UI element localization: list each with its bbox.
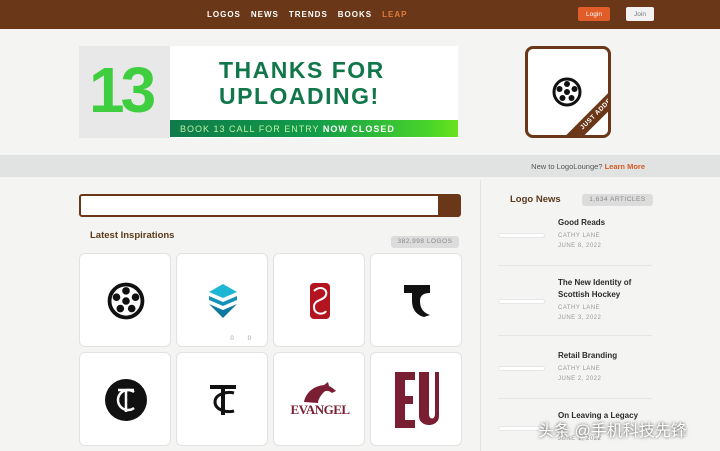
tile-logo	[371, 254, 463, 348]
tc-monogram-logo-icon	[105, 379, 147, 421]
banner-strip-prefix: BOOK 13 CALL FOR ENTRY	[180, 124, 320, 134]
search-bar	[79, 194, 461, 217]
band-prompt: New to LogoLounge?	[531, 162, 603, 171]
nav-link-leap[interactable]: LEAP	[382, 10, 407, 19]
learn-more-link[interactable]: Learn More	[605, 162, 645, 171]
news-title: Logo News	[510, 194, 561, 205]
logo-tile[interactable]	[176, 352, 268, 446]
nav-links: LOGOS NEWS TRENDS BOOKS LEAP	[207, 10, 407, 19]
tile-logo	[274, 254, 366, 348]
watermark: 头条 @手机科技先锋	[538, 423, 687, 440]
s-shield-logo-icon	[310, 283, 330, 319]
tile-logo	[371, 353, 463, 447]
s-wave-logo-icon	[209, 284, 237, 318]
nav-link-books[interactable]: BOOKS	[338, 10, 372, 19]
t-letter-logo-icon	[404, 285, 430, 317]
tile-logo	[177, 254, 269, 348]
eu-monogram-logo-icon	[395, 372, 439, 428]
news-item-date: JUNE 8, 2022	[558, 243, 602, 249]
news-thumbnail	[498, 299, 545, 304]
news-item-date: JUNE 3, 2022	[558, 315, 602, 321]
tile-stats: 0 0	[230, 336, 251, 342]
logo-tile[interactable]: 0 0	[176, 253, 268, 347]
news-item-title[interactable]: Retail Branding	[558, 350, 658, 362]
info-band: New to LogoLounge? Learn More	[0, 155, 720, 177]
wheel-logo-icon	[552, 77, 582, 107]
news-item-date: JUNE 2, 2022	[558, 376, 602, 382]
tile-logo	[177, 353, 269, 447]
tile-stat-likes: 0	[247, 336, 251, 342]
news-thumbnail	[498, 233, 545, 238]
news-item-title[interactable]: Good Reads	[558, 217, 658, 229]
news-divider	[498, 335, 652, 336]
articles-count-badge: 1,634 ARTICLES	[582, 194, 653, 206]
login-button[interactable]: Login	[578, 7, 610, 21]
search-input[interactable]	[83, 198, 439, 213]
news-item-author: CATHY LANE	[558, 233, 601, 239]
join-button[interactable]: Join	[626, 7, 654, 21]
nav-link-news[interactable]: NEWS	[251, 10, 279, 19]
tile-stat-views: 0	[230, 336, 234, 342]
horse-head-logo-icon	[304, 382, 336, 403]
promo-banner[interactable]: 13 THANKS FOR UPLOADING! BOOK 13 CALL FO…	[79, 46, 458, 138]
banner-number-box: 13	[79, 46, 170, 138]
wheel-logo-icon	[107, 282, 145, 320]
nav-link-logos[interactable]: LOGOS	[207, 10, 241, 19]
banner-strip: BOOK 13 CALL FOR ENTRY NOW CLOSED	[170, 120, 458, 137]
tile-logo: EVANGEL	[274, 353, 366, 447]
logo-tile[interactable]	[79, 253, 171, 347]
just-added-card[interactable]: JUST ADDED	[525, 46, 611, 138]
news-divider	[498, 265, 652, 266]
news-separator	[480, 180, 481, 451]
logo-tile[interactable]	[273, 253, 365, 347]
logo-tile[interactable]	[79, 352, 171, 446]
nav-link-trends[interactable]: TRENDS	[289, 10, 328, 19]
inspirations-title: Latest Inspirations	[90, 230, 175, 241]
banner-strip-text: BOOK 13 CALL FOR ENTRY NOW CLOSED	[180, 124, 395, 134]
logo-tile[interactable]	[370, 253, 462, 347]
logo-tile[interactable]	[370, 352, 462, 446]
banner-number: 13	[89, 54, 156, 126]
banner-strip-emphasis: NOW CLOSED	[322, 124, 395, 134]
news-divider	[498, 398, 652, 399]
logos-count-badge: 382,998 LOGOS	[391, 236, 459, 248]
tile-logo	[80, 254, 172, 348]
search-button[interactable]	[438, 196, 459, 215]
tc-letter-logo-icon	[210, 385, 236, 415]
news-item-author: CATHY LANE	[558, 366, 601, 372]
band-text: New to LogoLounge? Learn More	[531, 162, 645, 171]
banner-headline-line2: UPLOADING!	[219, 83, 380, 109]
banner-headline-line1: THANKS FOR	[219, 57, 385, 83]
tile-wordmark: EVANGEL	[290, 402, 350, 417]
top-nav: LOGOS NEWS TRENDS BOOKS LEAP Login Join	[0, 0, 720, 29]
tile-logo	[80, 353, 172, 447]
news-thumbnail	[498, 366, 545, 371]
news-item-title[interactable]: The New Identity of Scottish Hockey	[558, 277, 658, 301]
news-item-author: CATHY LANE	[558, 305, 601, 311]
logo-tile[interactable]: EVANGEL	[273, 352, 365, 446]
